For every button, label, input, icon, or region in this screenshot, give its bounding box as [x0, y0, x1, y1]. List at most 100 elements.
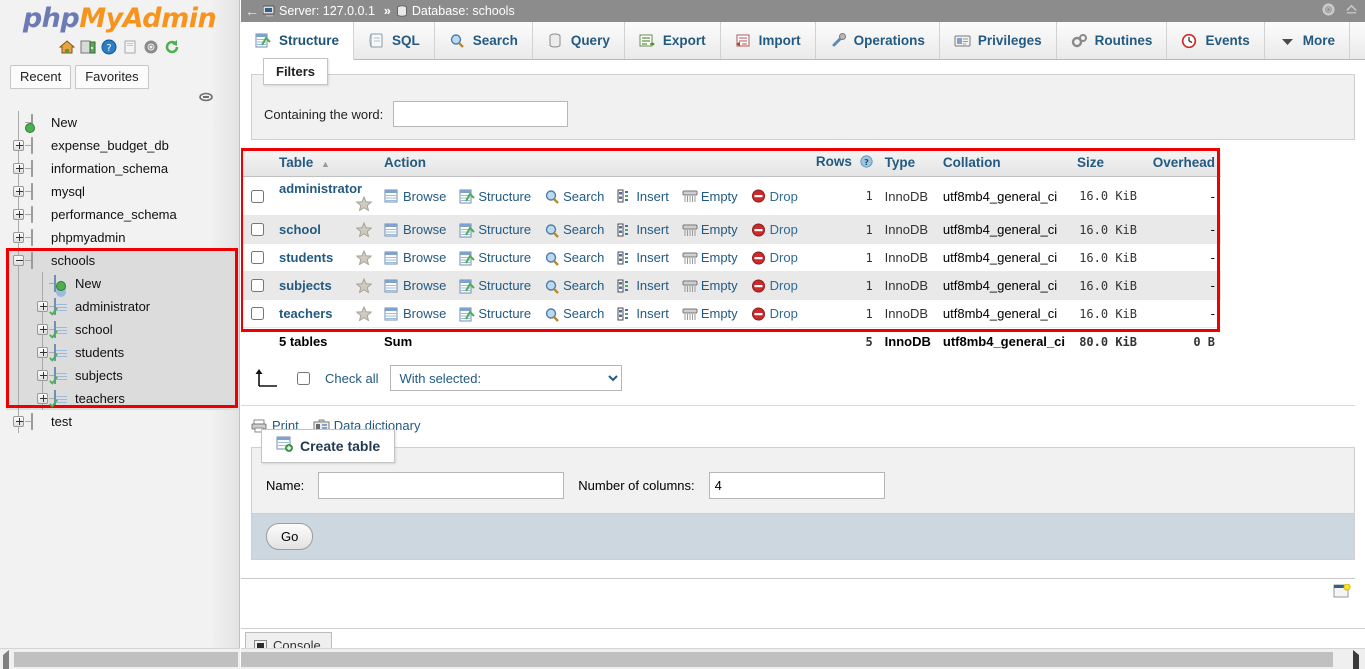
action-drop[interactable]: Drop: [751, 189, 798, 204]
th-table[interactable]: Table ▲: [273, 149, 378, 177]
pin-icon[interactable]: [198, 91, 214, 103]
tree-toggle-icon[interactable]: [37, 370, 48, 382]
row-checkbox[interactable]: [251, 223, 264, 236]
action-search[interactable]: Search: [544, 222, 604, 238]
tab-operations[interactable]: Operations: [816, 22, 940, 59]
tab-more[interactable]: More: [1265, 22, 1350, 59]
tree-item-label[interactable]: administrator: [75, 299, 150, 314]
tree-item-administrator[interactable]: administrator: [6, 295, 239, 319]
back-arrow-icon[interactable]: ←: [241, 3, 263, 19]
tree-item-schools[interactable]: schools: [6, 249, 239, 273]
tree-item-label[interactable]: subjects: [75, 368, 123, 383]
docs-icon[interactable]: [122, 39, 138, 55]
favorite-star-icon[interactable]: [355, 195, 373, 212]
with-selected-select[interactable]: With selected:: [390, 365, 623, 391]
table-name-link[interactable]: administrator: [279, 181, 362, 196]
tree-item-label[interactable]: phpmyadmin: [51, 230, 125, 245]
action-insert[interactable]: Insert: [617, 306, 669, 321]
collapse-icon[interactable]: [1344, 2, 1359, 20]
action-insert[interactable]: Insert: [617, 189, 669, 204]
action-empty[interactable]: Empty: [682, 250, 738, 265]
tree-item-subjects[interactable]: subjects: [6, 364, 239, 388]
th-collation[interactable]: Collation: [936, 149, 1071, 177]
main-horizontal-scrollbar[interactable]: [241, 648, 1365, 669]
tree-item-expense-budget-db[interactable]: expense_budget_db: [6, 134, 239, 158]
tree-item-label[interactable]: schools: [51, 253, 95, 268]
action-empty[interactable]: Empty: [682, 278, 738, 293]
table-name-link[interactable]: subjects: [279, 278, 332, 293]
tree-item-label[interactable]: test: [51, 414, 72, 429]
action-structure[interactable]: Structure: [459, 306, 531, 321]
go-button[interactable]: Go: [266, 523, 314, 550]
action-search[interactable]: Search: [544, 189, 604, 204]
tree-item-label[interactable]: New: [75, 276, 101, 291]
tree-toggle-icon[interactable]: [13, 163, 24, 175]
action-empty[interactable]: Empty: [682, 189, 738, 204]
tree-item-label[interactable]: performance_schema: [51, 207, 177, 222]
tree-item-mysql[interactable]: mysql: [6, 180, 239, 204]
th-size[interactable]: Size: [1071, 149, 1143, 177]
favorite-star-icon[interactable]: [355, 249, 373, 266]
action-drop[interactable]: Drop: [751, 306, 798, 321]
tab-privileges[interactable]: Privileges: [940, 22, 1057, 59]
tab-structure[interactable]: Structure: [241, 22, 355, 60]
phpmyadmin-logo[interactable]: phpMyAdmin: [0, 0, 239, 33]
tree-toggle-icon[interactable]: [13, 232, 24, 244]
action-structure[interactable]: Structure: [459, 189, 531, 204]
scrollbar-thumb[interactable]: [14, 652, 238, 667]
help-icon[interactable]: ?: [101, 39, 117, 55]
tree-item-new[interactable]: New: [6, 111, 239, 135]
action-structure[interactable]: Structure: [459, 278, 531, 293]
tree-toggle-icon[interactable]: [13, 209, 24, 221]
tree-toggle-icon[interactable]: [13, 140, 24, 152]
server-exit-icon[interactable]: [80, 39, 96, 55]
tree-toggle-icon[interactable]: [13, 186, 24, 198]
tab-sql[interactable]: SQL: [354, 22, 435, 59]
tree-item-new[interactable]: New: [6, 272, 239, 296]
tree-item-label[interactable]: mysql: [51, 184, 85, 199]
tab-search[interactable]: Search: [435, 22, 533, 59]
row-checkbox[interactable]: [251, 307, 264, 320]
tree-item-label[interactable]: school: [75, 322, 113, 337]
tree-toggle-icon[interactable]: [13, 416, 24, 428]
row-checkbox[interactable]: [251, 279, 264, 292]
scroll-left-arrow-icon[interactable]: [3, 650, 9, 669]
create-table-columns-input[interactable]: [708, 472, 885, 499]
tree-item-test[interactable]: test: [6, 410, 239, 434]
tab-import[interactable]: Import: [721, 22, 816, 59]
tree-item-label[interactable]: New: [51, 115, 77, 130]
table-name-link[interactable]: school: [279, 222, 321, 237]
action-empty[interactable]: Empty: [682, 306, 738, 321]
tree-item-performance-schema[interactable]: performance_schema: [6, 203, 239, 227]
containing-word-input[interactable]: [393, 101, 569, 127]
tree-item-label[interactable]: teachers: [75, 391, 125, 406]
favorites-tab[interactable]: Favorites: [75, 65, 149, 90]
check-all-label[interactable]: Check all: [325, 371, 378, 386]
settings-gear-icon[interactable]: [1321, 2, 1336, 20]
action-insert[interactable]: Insert: [617, 222, 669, 237]
action-browse[interactable]: Browse: [384, 250, 446, 265]
action-empty[interactable]: Empty: [682, 222, 738, 237]
recent-tab[interactable]: Recent: [10, 65, 72, 90]
th-rows[interactable]: Rows ?: [806, 149, 879, 177]
action-drop[interactable]: Drop: [751, 222, 798, 237]
settings-gear-icon[interactable]: [143, 39, 159, 55]
scroll-right-arrow-icon[interactable]: [1353, 650, 1359, 669]
row-checkbox[interactable]: [251, 251, 264, 264]
reload-icon[interactable]: [164, 39, 180, 55]
home-icon[interactable]: [58, 39, 76, 55]
action-insert[interactable]: Insert: [617, 250, 669, 265]
tree-item-teachers[interactable]: teachers: [6, 387, 239, 411]
tree-toggle-icon[interactable]: [37, 324, 48, 336]
action-drop[interactable]: Drop: [751, 250, 798, 265]
action-search[interactable]: Search: [544, 306, 604, 322]
tree-toggle-icon[interactable]: [37, 347, 48, 359]
tree-item-phpmyadmin[interactable]: phpmyadmin: [6, 226, 239, 250]
breadcrumb-database[interactable]: Database: schools: [396, 4, 515, 18]
tree-toggle-icon[interactable]: [37, 393, 48, 405]
check-all-checkbox[interactable]: [297, 371, 310, 385]
tab-routines[interactable]: Routines: [1057, 22, 1168, 59]
tree-toggle-icon[interactable]: [37, 301, 48, 313]
create-table-name-input[interactable]: [318, 472, 565, 499]
table-name-link[interactable]: students: [279, 250, 333, 265]
